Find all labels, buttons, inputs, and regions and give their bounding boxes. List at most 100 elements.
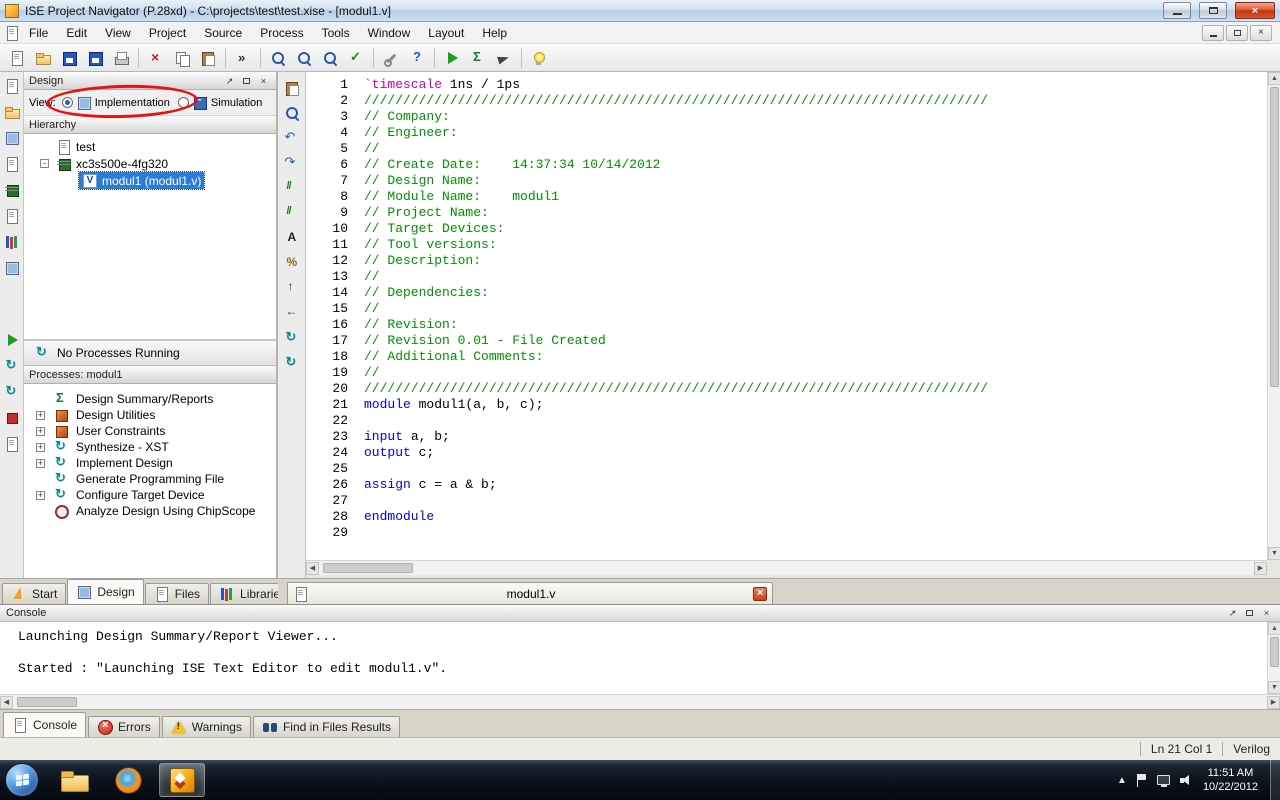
editor-tab-modul1[interactable]: modul1.v	[287, 582, 773, 605]
launch-dart-button[interactable]	[492, 46, 516, 70]
stop-process-button[interactable]	[2, 408, 22, 428]
code-line[interactable]: 3// Company:	[306, 109, 1267, 125]
expander-icon[interactable]: -	[40, 159, 49, 168]
start-button[interactable]	[5, 763, 39, 797]
menu-process[interactable]: Process	[251, 23, 312, 43]
code-line[interactable]: 20//////////////////////////////////////…	[306, 381, 1267, 397]
undock-button[interactable]: ↗	[222, 74, 237, 87]
hierarchy-item[interactable]: modul1 (modul1.v)	[24, 172, 276, 189]
console-vertical-scrollbar[interactable]: ▲ ▼	[1267, 622, 1280, 694]
view-option-implementation[interactable]: Implementation	[62, 95, 170, 111]
code-line[interactable]: 25	[306, 461, 1267, 477]
wrench-button[interactable]	[379, 46, 403, 70]
scrollbar-thumb[interactable]	[1270, 87, 1279, 387]
open-project-button[interactable]	[31, 46, 55, 70]
tab-design[interactable]: Design	[67, 579, 143, 604]
expander-icon[interactable]: +	[36, 491, 45, 500]
menu-project[interactable]: Project	[140, 23, 195, 43]
rerun-process-button[interactable]	[2, 356, 22, 376]
open-example-button[interactable]	[2, 102, 22, 122]
code-line[interactable]: 17// Revision 0.01 - File Created	[306, 333, 1267, 349]
process-item[interactable]: +Synthesize - XST	[24, 439, 276, 455]
uncomment-button[interactable]	[282, 203, 302, 223]
tab-find-in-files-results[interactable]: Find in Files Results	[253, 716, 400, 737]
summary-sigma-button[interactable]	[466, 46, 490, 70]
code-line[interactable]: 2///////////////////////////////////////…	[306, 93, 1267, 109]
console-float-button[interactable]	[1242, 607, 1257, 620]
taskbar-explorer-button[interactable]	[51, 763, 97, 797]
code-line[interactable]: 28endmodule	[306, 509, 1267, 525]
library-view-button[interactable]	[2, 232, 22, 252]
code-line[interactable]: 22	[306, 413, 1267, 429]
tab-errors[interactable]: Errors	[88, 716, 160, 737]
open-report-button[interactable]	[2, 434, 22, 454]
code-line[interactable]: 8// Module Name: modul1	[306, 189, 1267, 205]
mdi-close-button[interactable]: ×	[1250, 25, 1272, 41]
code-line[interactable]: 21module modul1(a, b, c);	[306, 397, 1267, 413]
close-button[interactable]: ×	[1235, 2, 1275, 19]
rerun-all-button[interactable]	[2, 382, 22, 402]
scroll-up-icon[interactable]: ▲	[1268, 72, 1280, 85]
menu-view[interactable]: View	[96, 23, 140, 43]
code-line[interactable]: 5//	[306, 141, 1267, 157]
circle-back-button[interactable]	[282, 328, 302, 348]
code-line[interactable]: 15//	[306, 301, 1267, 317]
scrollbar-thumb[interactable]	[323, 563, 413, 573]
mdi-restore-button[interactable]	[1226, 25, 1248, 41]
tab-warnings[interactable]: Warnings	[162, 716, 251, 737]
scroll-left-icon[interactable]: ◀	[306, 562, 319, 575]
active-document-icon[interactable]	[4, 25, 20, 41]
taskbar-ise-button[interactable]	[159, 763, 205, 797]
run-process-button[interactable]	[2, 330, 22, 350]
minimize-button[interactable]	[1163, 2, 1191, 19]
process-item[interactable]: Generate Programming File	[24, 471, 276, 487]
bookmark-button[interactable]	[282, 303, 302, 323]
scroll-left-icon[interactable]: ◀	[0, 696, 13, 709]
menu-tools[interactable]: Tools	[313, 23, 359, 43]
scroll-right-icon[interactable]: ▶	[1267, 696, 1280, 709]
code-line[interactable]: 26assign c = a & b;	[306, 477, 1267, 493]
check-syntax-button[interactable]	[344, 46, 368, 70]
panel-close-button[interactable]: ×	[256, 74, 271, 87]
save-button[interactable]	[57, 46, 81, 70]
expander-icon[interactable]: +	[36, 459, 45, 468]
code-line[interactable]: 27	[306, 493, 1267, 509]
menu-window[interactable]: Window	[359, 23, 420, 43]
new-document-button[interactable]	[2, 76, 22, 96]
cut-button[interactable]	[144, 46, 168, 70]
editor-vertical-scrollbar[interactable]: ▲ ▼	[1267, 72, 1280, 560]
goto-line-button[interactable]	[282, 278, 302, 298]
comment-button[interactable]	[282, 178, 302, 198]
expander-icon[interactable]: +	[36, 411, 45, 420]
process-item[interactable]: +Implement Design	[24, 455, 276, 471]
menu-layout[interactable]: Layout	[419, 23, 473, 43]
code-line[interactable]: 24output c;	[306, 445, 1267, 461]
show-desktop-button[interactable]	[1270, 760, 1280, 800]
process-item[interactable]: +User Constraints	[24, 423, 276, 439]
taskbar-firefox-button[interactable]	[105, 763, 151, 797]
zoom-out-button[interactable]	[318, 46, 342, 70]
code-line[interactable]: 23input a, b;	[306, 429, 1267, 445]
scrollbar-thumb[interactable]	[1270, 637, 1279, 667]
network-icon[interactable]	[1157, 775, 1170, 785]
code-line[interactable]: 12// Description:	[306, 253, 1267, 269]
hierarchy-item[interactable]: -xc3s500e-4fg320	[24, 155, 276, 172]
design-view-button[interactable]	[2, 128, 22, 148]
code-line[interactable]: 29	[306, 525, 1267, 541]
zoom-in-button[interactable]	[292, 46, 316, 70]
tab-start[interactable]: Start	[2, 583, 66, 604]
process-item[interactable]: +Design Utilities	[24, 407, 276, 423]
paste-button[interactable]	[282, 78, 302, 98]
process-item[interactable]: +Configure Target Device	[24, 487, 276, 503]
find-button[interactable]	[282, 103, 302, 123]
print-button[interactable]	[109, 46, 133, 70]
code-line[interactable]: 4// Engineer:	[306, 125, 1267, 141]
menu-source[interactable]: Source	[195, 23, 251, 43]
scroll-up-icon[interactable]: ▲	[1268, 622, 1280, 635]
expander-icon[interactable]: +	[36, 443, 45, 452]
editor-horizontal-scrollbar[interactable]: ◀ ▶	[306, 560, 1267, 575]
maximize-button[interactable]	[1199, 2, 1227, 19]
view-option-simulation[interactable]: Simulation	[178, 95, 262, 111]
code-line[interactable]: 1`timescale 1ns / 1ps	[306, 77, 1267, 93]
help-button[interactable]	[405, 46, 429, 70]
